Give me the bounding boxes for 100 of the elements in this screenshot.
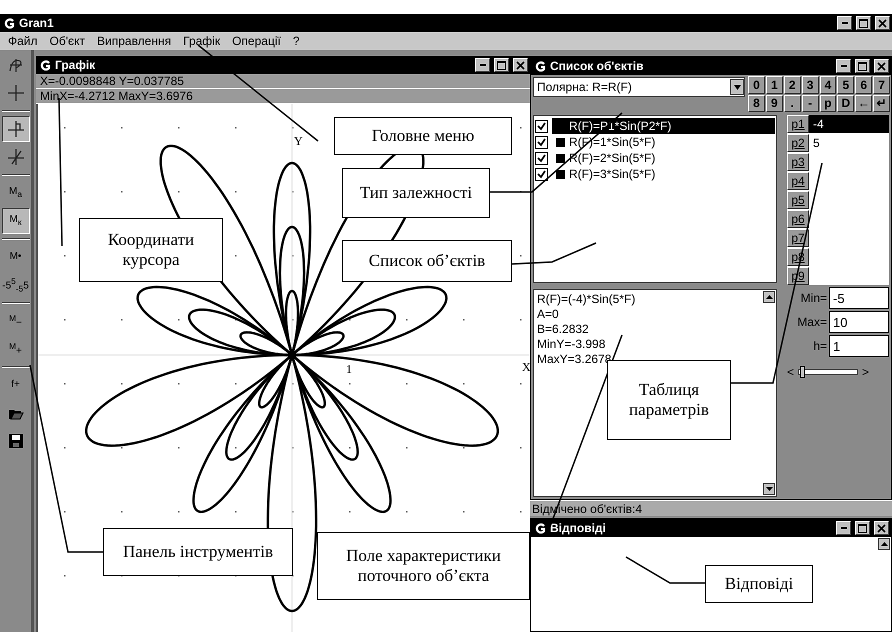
keypad-key[interactable]: 4 — [820, 76, 836, 94]
close-icon — [878, 18, 887, 28]
tool-button[interactable]: M• — [2, 244, 30, 270]
keypad-key[interactable]: ← — [855, 94, 872, 112]
crosshair-icon — [6, 84, 24, 102]
maximize-button[interactable] — [855, 521, 870, 535]
object-item[interactable]: R(F)=3*Sin(5*F) — [552, 166, 775, 182]
checkbox[interactable] — [535, 152, 548, 164]
slider-track[interactable] — [798, 369, 858, 375]
keypad-key[interactable]: 3 — [802, 76, 818, 94]
app-logo-icon — [535, 60, 546, 72]
close-button[interactable] — [874, 521, 889, 535]
field-label: Max= — [797, 315, 827, 329]
checkbox[interactable] — [535, 136, 548, 148]
parameter-button[interactable]: p3 — [787, 153, 809, 171]
parameter-button[interactable]: p7 — [787, 229, 809, 247]
keypad-key[interactable]: D — [837, 94, 854, 112]
crosshair-icon — [6, 120, 24, 138]
callout-label: Список об’єктів — [342, 240, 512, 282]
tool-button[interactable]: f+ — [2, 372, 30, 398]
up-arrow-icon — [766, 295, 772, 299]
checkbox[interactable] — [535, 120, 548, 132]
parameter-button[interactable]: p2 — [787, 134, 809, 152]
maximize-icon — [859, 18, 868, 28]
tool-button[interactable]: M$_{a}$ — [2, 180, 30, 206]
keypad-key[interactable]: 1 — [766, 76, 783, 94]
minimize-button[interactable] — [836, 59, 851, 73]
dropdown-button[interactable] — [730, 79, 744, 95]
menu-item[interactable]: Графік — [177, 34, 226, 48]
scroll-up-button[interactable] — [763, 291, 775, 303]
tick-label: 1 — [346, 362, 352, 377]
menu-item[interactable]: Об'єкт — [44, 34, 92, 48]
tool-button[interactable]: -5$^{5}$$_{-5}$5 — [2, 272, 30, 298]
type-dropdown[interactable]: Полярна: R=R(F) — [533, 77, 745, 97]
parameter-button[interactable]: p1 — [787, 115, 809, 133]
minimize-icon — [480, 64, 486, 66]
axis-label: X — [522, 360, 531, 375]
maximize-icon — [858, 62, 867, 70]
keypad-key[interactable]: 5 — [837, 76, 854, 94]
minimize-button[interactable] — [475, 58, 490, 72]
info-line: R(F)=(-4)*Sin(5*F) — [537, 292, 636, 307]
menu-item[interactable]: ? — [286, 34, 306, 48]
callout-label: Тип залежності — [342, 168, 490, 218]
parameter-value: 5 — [812, 135, 820, 152]
close-button[interactable] — [513, 58, 528, 72]
maximize-icon — [858, 524, 867, 532]
slider-thumb[interactable] — [800, 366, 805, 378]
close-icon — [877, 62, 886, 70]
scroll-down-button[interactable] — [763, 483, 775, 495]
app-logo-icon — [4, 18, 15, 28]
parameter-button[interactable]: p5 — [787, 191, 809, 209]
minimize-icon — [842, 22, 848, 24]
maximize-icon — [497, 60, 506, 70]
keypad-key[interactable]: 6 — [855, 76, 872, 94]
parameter-button[interactable]: p6 — [787, 210, 809, 228]
tool-button[interactable]: M$_{к}$ — [2, 208, 30, 234]
menu-item[interactable]: Виправлення — [91, 34, 178, 48]
keypad-key[interactable]: - — [802, 94, 818, 112]
menu-item[interactable]: Операції — [226, 34, 287, 48]
window-title: Графік — [55, 58, 96, 72]
cursor-coordinates: X=-0.0098848 Y=0.037785 — [36, 74, 530, 89]
object-item[interactable]: R(F)=2*Sin(5*F) — [552, 150, 775, 166]
tool-button[interactable] — [2, 116, 30, 142]
menu-item[interactable]: Файл — [2, 34, 44, 48]
keypad-key[interactable]: 7 — [873, 76, 890, 94]
maximize-button[interactable] — [494, 58, 509, 72]
callout-label: Панель інструментів — [103, 528, 293, 576]
keypad-key[interactable]: 9 — [766, 94, 783, 112]
checkbox[interactable] — [535, 168, 548, 180]
callout-label: Таблиця параметрів — [607, 360, 731, 440]
maximize-button[interactable] — [856, 16, 871, 30]
field-label: h= — [813, 339, 827, 353]
tool-button[interactable]: $^{M}$+ — [2, 336, 30, 362]
keypad-key[interactable]: p — [820, 94, 836, 112]
curve-icon — [6, 56, 24, 74]
maximize-button[interactable] — [855, 59, 870, 73]
close-icon — [877, 524, 886, 532]
slider-left-arrow[interactable]: < — [787, 365, 794, 379]
input-field[interactable]: 10 — [829, 311, 889, 333]
caret-icon — [734, 84, 740, 90]
close-button[interactable] — [875, 16, 890, 30]
callout-label: Відповіді — [705, 565, 813, 603]
minimize-button[interactable] — [837, 16, 852, 30]
tool-button[interactable]: $^{M}$− — [2, 308, 30, 334]
object-item[interactable]: R(F)=P1*Sin(P2*F) — [552, 118, 775, 134]
keypad-key[interactable]: 8 — [748, 94, 765, 112]
field-label: Min= — [800, 291, 827, 305]
keypad-key[interactable]: . — [784, 94, 801, 112]
crosshair-icon — [6, 148, 24, 166]
slider-right-arrow[interactable]: > — [862, 365, 870, 379]
keypad-key[interactable]: 2 — [784, 76, 801, 94]
minimize-icon — [840, 527, 846, 529]
scroll-up-button[interactable] — [878, 538, 890, 550]
keypad-key[interactable]: 0 — [748, 76, 765, 94]
minimize-button[interactable] — [836, 521, 851, 535]
keypad-key[interactable]: ↵ — [873, 94, 890, 112]
input-field[interactable]: -5 — [829, 287, 889, 309]
input-field[interactable]: 1 — [829, 335, 889, 357]
parameter-button[interactable]: p4 — [787, 172, 809, 190]
close-button[interactable] — [874, 59, 889, 73]
